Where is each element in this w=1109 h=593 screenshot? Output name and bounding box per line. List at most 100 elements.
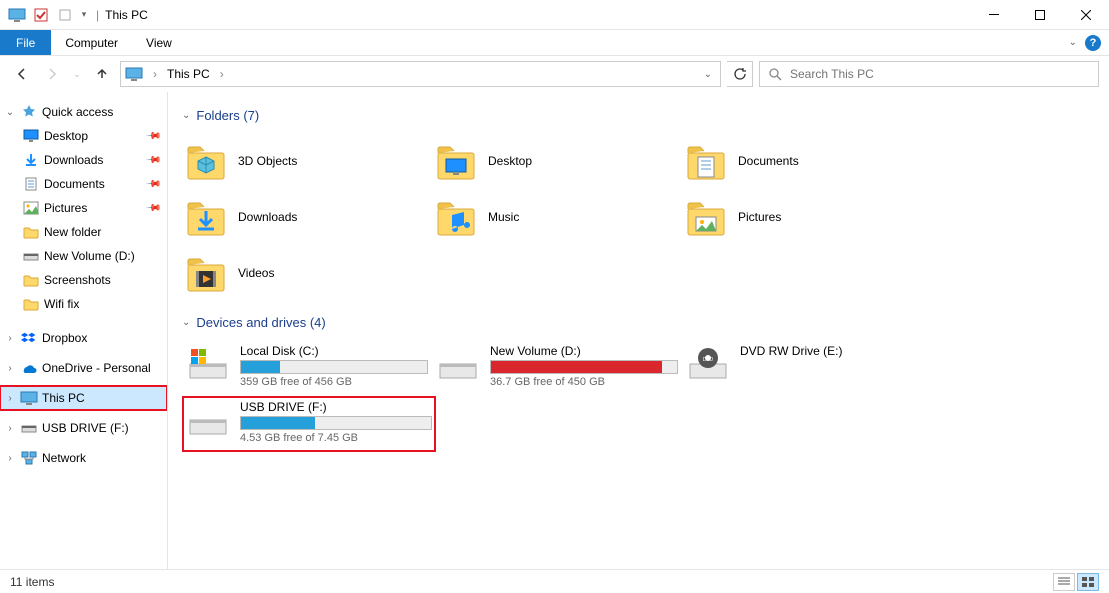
titlebar: ▾ | This PC [0,0,1109,30]
close-button[interactable] [1063,0,1109,30]
downloads-folder-icon [184,195,228,239]
documents-folder-icon [684,139,728,183]
back-button[interactable] [10,62,34,86]
window-title: This PC [105,8,148,22]
chevron-right-icon[interactable]: › [4,423,16,434]
address-dropdown-icon[interactable]: ⌄ [700,69,716,80]
status-bar: 11 items [0,569,1109,593]
sidebar-item-label: Downloads [44,153,103,167]
folder-label: Videos [238,266,274,280]
drive-item[interactable]: Local Disk (C:) 359 GB free of 456 GB [182,340,432,396]
breadcrumb-chevron[interactable]: › [216,67,228,81]
sidebar-dropbox[interactable]: › Dropbox [0,326,167,350]
folder-item[interactable]: Downloads [182,189,432,245]
minimize-button[interactable] [971,0,1017,30]
folder-item[interactable]: Pictures [682,189,932,245]
drive-name: New Volume (D:) [490,344,678,358]
chevron-right-icon[interactable]: › [4,393,16,404]
3d-folder-icon [184,139,228,183]
sidebar-item[interactable]: Documents 📌 [0,172,167,196]
drive-usage-bar [240,416,432,430]
svg-text:DVD: DVD [703,357,714,363]
chevron-right-icon[interactable]: › [4,453,16,464]
sidebar-usb-drive[interactable]: › USB DRIVE (F:) [0,416,167,440]
folder-item[interactable]: Desktop [432,133,682,189]
icons-view-button[interactable] [1077,573,1099,591]
refresh-button[interactable] [727,61,753,87]
drive-item[interactable]: New Volume (D:) 36.7 GB free of 450 GB [432,340,682,396]
drive-name: USB DRIVE (F:) [240,400,432,414]
item-count: 11 items [10,575,54,589]
this-pc-icon [20,390,38,406]
sidebar-item-label: Network [42,451,86,465]
folders-section-header[interactable]: ⌄ Folders (7) [182,108,1095,123]
documents-icon [22,176,40,192]
details-view-button[interactable] [1053,573,1075,591]
sidebar-item[interactable]: New folder [0,220,167,244]
videos-folder-icon [184,251,228,295]
drive-item[interactable]: USB DRIVE (F:) 4.53 GB free of 7.45 GB [182,396,436,452]
sidebar-network[interactable]: › Network [0,446,167,470]
title-separator: | [96,8,99,22]
drive-usage-bar [240,360,428,374]
folder-label: Pictures [738,210,781,224]
pin-icon: 📌 [144,176,161,193]
sidebar-this-pc[interactable]: › This PC [0,386,167,410]
search-box[interactable] [759,61,1099,87]
breadcrumb-chevron[interactable]: › [149,67,161,81]
folder-label: Documents [738,154,799,168]
sidebar-item-label: New Volume (D:) [44,249,135,263]
maximize-button[interactable] [1017,0,1063,30]
sidebar-item[interactable]: Wifi fix [0,292,167,316]
dvd-drive-icon: DVD [686,344,730,384]
chevron-right-icon[interactable]: › [4,333,16,344]
folder-item[interactable]: Documents [682,133,932,189]
folder-item[interactable]: Music [432,189,682,245]
drive-name: Local Disk (C:) [240,344,428,358]
pictures-icon [22,200,40,216]
folder-item[interactable]: Videos [182,245,432,301]
pictures-folder-icon [684,195,728,239]
chevron-down-icon: ⌄ [182,317,190,328]
file-tab[interactable]: File [0,30,51,55]
qat-more-icon[interactable]: ▾ [78,4,90,26]
folder-label: Music [488,210,519,224]
folder-icon [22,224,40,240]
sidebar-item[interactable]: Pictures📌 [0,196,167,220]
sidebar-item[interactable]: Downloads📌 [0,148,167,172]
breadcrumb[interactable]: This PC [167,67,210,81]
search-icon [768,67,782,81]
sidebar-item[interactable]: Screenshots [0,268,167,292]
folder-icon [22,272,40,288]
qat-dropdown-icon[interactable] [54,4,76,26]
drive-free-text: 359 GB free of 456 GB [240,376,428,388]
folder-item[interactable]: 3D Objects [182,133,432,189]
ribbon-expand-icon[interactable]: ⌄ [1069,37,1077,48]
view-tab[interactable]: View [132,30,186,55]
address-row: ⌄ › This PC › ⌄ [0,56,1109,92]
drive-icon [20,420,38,436]
sidebar-item[interactable]: New Volume (D:) [0,244,167,268]
help-icon[interactable]: ? [1085,35,1101,51]
recent-dropdown[interactable]: ⌄ [70,62,84,86]
drive-free-text: 4.53 GB free of 7.45 GB [240,432,432,444]
address-bar[interactable]: › This PC › ⌄ [120,61,721,87]
folder-icon [22,296,40,312]
up-button[interactable] [90,62,114,86]
sidebar-item-label: Documents [44,177,105,191]
search-input[interactable] [790,67,1090,81]
sidebar-quick-access[interactable]: ⌄ Quick access [0,100,167,124]
chevron-down-icon[interactable]: ⌄ [4,107,16,118]
sidebar-item[interactable]: Desktop📌 [0,124,167,148]
drives-section-header[interactable]: ⌄ Devices and drives (4) [182,315,1095,330]
quick-access-toolbar: ▾ [0,4,90,26]
drive-item[interactable]: DVDDVD RW Drive (E:) [682,340,932,396]
chevron-right-icon[interactable]: › [4,363,16,374]
this-pc-icon[interactable] [6,4,28,26]
sidebar-item-label: Screenshots [44,273,111,287]
drive-free-text: 36.7 GB free of 450 GB [490,376,678,388]
forward-button[interactable] [40,62,64,86]
computer-tab[interactable]: Computer [51,30,132,55]
sidebar-onedrive[interactable]: › OneDrive - Personal [0,356,167,380]
properties-icon[interactable] [30,4,52,26]
